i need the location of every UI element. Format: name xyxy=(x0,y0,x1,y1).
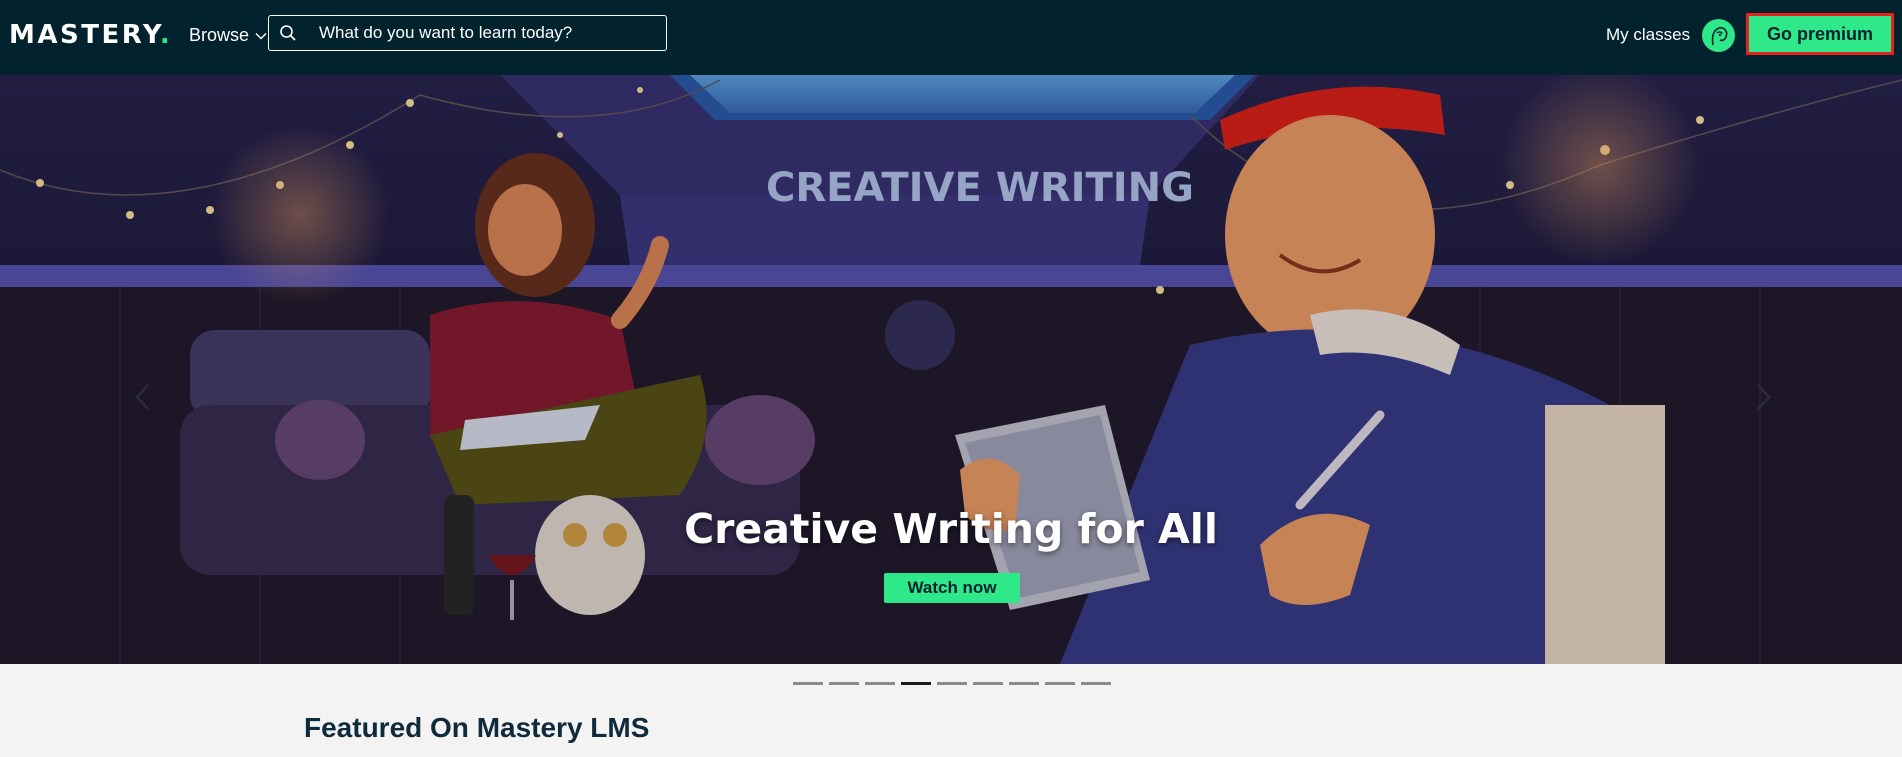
user-avatar-icon[interactable] xyxy=(1702,19,1735,52)
carousel-dot[interactable] xyxy=(1045,682,1075,685)
carousel-pagination xyxy=(793,682,1111,685)
carousel-dot[interactable] xyxy=(937,682,967,685)
arrow-left-icon[interactable] xyxy=(128,377,158,417)
carousel-dot[interactable] xyxy=(793,682,823,685)
carousel-dot[interactable] xyxy=(865,682,895,685)
hero-title: Creative Writing for All xyxy=(684,505,1218,553)
browse-menu-button[interactable]: Browse xyxy=(189,25,267,46)
mastery-logo[interactable]: MASTERY. xyxy=(9,20,172,50)
chevron-down-icon xyxy=(255,32,267,39)
browse-label: Browse xyxy=(189,25,250,45)
my-classes-link[interactable]: My classes xyxy=(1606,25,1690,45)
search-icon xyxy=(280,25,296,41)
carousel-dot[interactable] xyxy=(1009,682,1039,685)
hero-carousel: CREATIVE WRITING Creative Writing for Al… xyxy=(0,75,1902,664)
carousel-dot[interactable] xyxy=(1081,682,1111,685)
top-navigation-bar: MASTERY. Browse My classes Go premium xyxy=(0,0,1902,75)
logo-text: MASTERY xyxy=(9,20,160,50)
carousel-dot[interactable] xyxy=(973,682,1003,685)
featured-heading: Featured On Mastery LMS xyxy=(304,712,650,743)
carousel-dot[interactable] xyxy=(901,682,931,685)
arrow-right-icon[interactable] xyxy=(1748,377,1778,417)
watch-now-button[interactable]: Watch now xyxy=(884,573,1020,603)
logo-dot: . xyxy=(159,20,173,50)
search-input[interactable] xyxy=(319,16,654,50)
search-box[interactable] xyxy=(268,15,667,51)
carousel-dot[interactable] xyxy=(829,682,859,685)
go-premium-button[interactable]: Go premium xyxy=(1746,13,1894,55)
